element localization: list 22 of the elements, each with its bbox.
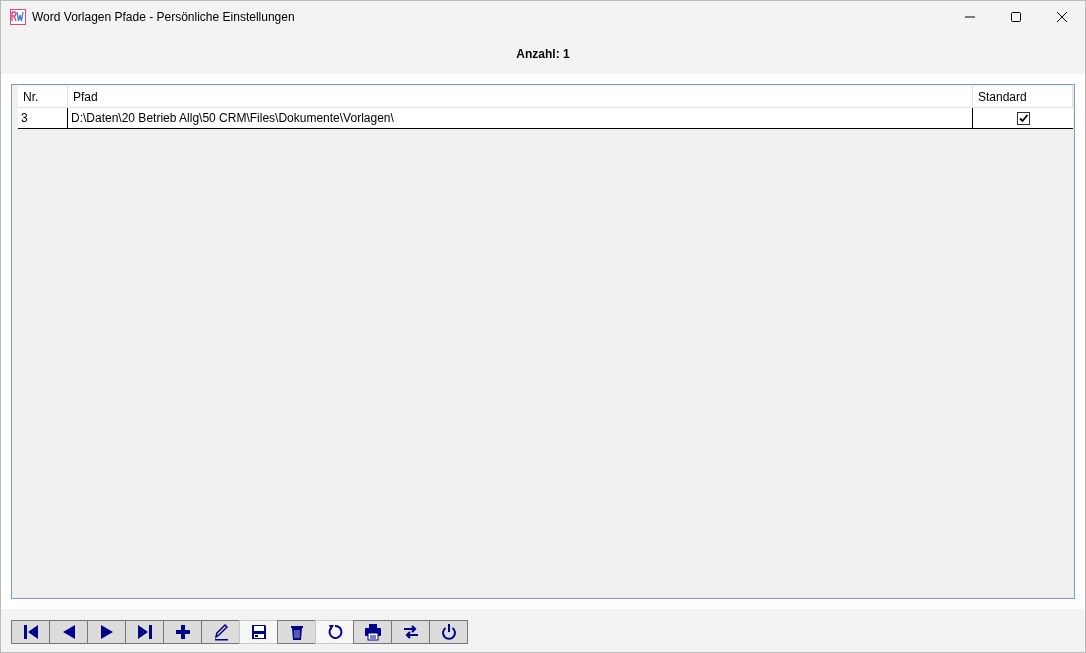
toolbar-button[interactable] — [11, 620, 50, 644]
toolbar-button[interactable] — [49, 620, 88, 644]
toolbar-button[interactable] — [391, 620, 430, 644]
window-title: Word Vorlagen Pfade - Persönliche Einstellungen — [32, 9, 295, 26]
toolbar-button[interactable] — [277, 620, 316, 644]
table-cell: D:\Daten\20 Betrieb Allg\50 CRM\Files\Dokumente\Vorlagen\ — [68, 108, 973, 128]
toolbar-button[interactable] — [353, 620, 392, 644]
toolbar-button[interactable] — [125, 620, 164, 644]
toolbar-button[interactable] — [429, 620, 468, 644]
column-header[interactable]: Standard — [973, 86, 1073, 107]
checkbox[interactable] — [1016, 111, 1030, 125]
toolbar-button[interactable] — [163, 620, 202, 644]
count-label: Anzahl: 1 — [516, 45, 570, 63]
close-icon — [1057, 12, 1067, 22]
table-cell: 3 — [18, 108, 68, 128]
toolbar-button[interactable] — [87, 620, 126, 644]
column-header[interactable]: Nr. — [18, 86, 68, 107]
printer-icon — [362, 622, 383, 642]
column-header[interactable]: Pfad — [68, 86, 973, 107]
toolbar-button[interactable] — [201, 620, 240, 644]
app-logo-icon — [10, 9, 26, 25]
maximize-icon — [1011, 12, 1021, 22]
